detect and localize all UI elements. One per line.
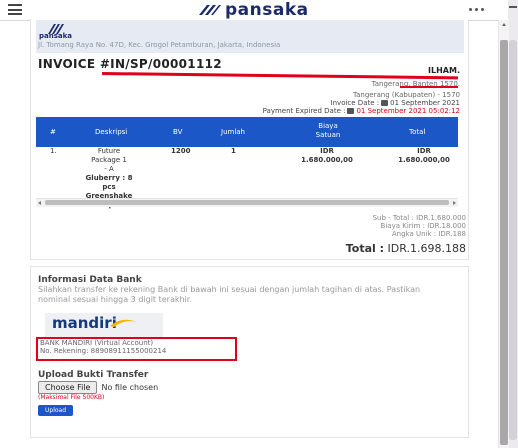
choose-file-button[interactable]: Choose File bbox=[38, 381, 98, 394]
bank-name: BANK MANDIRI (Virtual Account) bbox=[40, 339, 154, 347]
row-total: IDR 1.680.000,00 bbox=[391, 147, 457, 165]
row-variant-line2: pcs bbox=[102, 183, 116, 191]
col-unit-price-line1: Biaya bbox=[318, 122, 338, 130]
mandiri-swoosh-icon bbox=[110, 319, 136, 327]
window-scroll-thumb[interactable] bbox=[509, 40, 517, 440]
col-total: Total bbox=[409, 128, 426, 136]
col-unit-price: Biaya Satuan bbox=[298, 122, 358, 140]
col-unit-price-line2: Satuan bbox=[315, 131, 341, 139]
customer-district: Tangerang (Kabupaten) - 1570 bbox=[353, 91, 460, 99]
file-status: No file chosen bbox=[101, 383, 159, 392]
total-value: IDR.1.698.188 bbox=[387, 242, 466, 255]
window-edge bbox=[508, 0, 518, 448]
customer-name: ILHAM. bbox=[428, 66, 460, 75]
table-row: 1. Future Package 1 - A Gluberry : 8 pcs… bbox=[36, 147, 458, 209]
page-scrollbar[interactable] bbox=[498, 20, 509, 448]
table-header: # Deskripsi BV Jumlah Biaya Satuan Total bbox=[36, 117, 458, 147]
scroll-left-icon[interactable] bbox=[38, 201, 41, 205]
scroll-right-icon[interactable] bbox=[453, 201, 456, 205]
page-scroll-thumb[interactable] bbox=[500, 40, 508, 445]
company-address: Jl. Tomang Raya No. 47D, Kec. Grogol Pet… bbox=[38, 41, 281, 49]
shipping-cost: Biaya Kirim : IDR.18.000 bbox=[380, 222, 466, 230]
expired-date-value: 01 September 2021 05:02:12 bbox=[356, 107, 460, 115]
row-desc-line2: Package 1 bbox=[91, 156, 127, 164]
payment-expired-date: Payment Expired Date : 01 September 2021 … bbox=[263, 107, 460, 115]
invoice-date: Invoice Date : 01 September 2021 bbox=[331, 99, 460, 107]
file-input[interactable]: Choose File No file chosen bbox=[38, 381, 158, 394]
bank-info-description: Silahkan transfer ke rekening Bank di ba… bbox=[38, 285, 421, 304]
company-logo-text: pansaka bbox=[39, 32, 72, 40]
minimize-icon[interactable] bbox=[509, 6, 517, 8]
row-price-currency: IDR bbox=[320, 147, 334, 155]
expired-date-label: Payment Expired Date : bbox=[262, 107, 346, 115]
row-variant-line1: Gluberry : 8 bbox=[85, 174, 133, 182]
row-total-currency: IDR bbox=[417, 147, 431, 155]
bank-info-title: Informasi Data Bank bbox=[38, 275, 142, 285]
scroll-up-icon[interactable] bbox=[502, 23, 506, 26]
row-bv: 1200 bbox=[171, 147, 191, 155]
row-unit-price: IDR 1.680.000,00 bbox=[294, 147, 360, 165]
brand-logo[interactable]: pansaka bbox=[197, 0, 309, 20]
brand-name: pansaka bbox=[225, 0, 309, 20]
col-bv: BV bbox=[173, 128, 183, 136]
redaction-underline bbox=[400, 86, 458, 88]
row-qty: 1 bbox=[231, 147, 236, 155]
table-hscrollbar[interactable] bbox=[36, 198, 458, 207]
total-label: Total : bbox=[345, 242, 385, 255]
invoice-date-value: 01 September 2021 bbox=[390, 99, 460, 107]
pansaka-logo-icon bbox=[199, 5, 221, 15]
calendar-icon bbox=[381, 100, 389, 106]
col-no: # bbox=[50, 128, 56, 136]
invoice-date-label: Invoice Date : bbox=[330, 99, 380, 107]
upload-title: Upload Bukti Transfer bbox=[38, 370, 149, 380]
more-options-icon[interactable] bbox=[469, 8, 484, 11]
menu-icon[interactable] bbox=[8, 4, 22, 15]
col-qty: Jumlah bbox=[221, 128, 245, 136]
col-description: Deskripsi bbox=[95, 128, 128, 136]
upload-button[interactable]: Upload bbox=[38, 405, 74, 416]
table-scroll-thumb[interactable] bbox=[45, 200, 449, 205]
max-file-note: (Maksimal File 500KB) bbox=[38, 394, 105, 401]
subtotal: Sub - Total : IDR.1.680.000 bbox=[372, 214, 466, 222]
invoice-title: INVOICE #IN/SP/00001112 bbox=[38, 57, 222, 71]
app-header: pansaka bbox=[0, 0, 518, 21]
calendar-icon bbox=[347, 108, 355, 114]
grand-total: Total : IDR.1.698.188 bbox=[346, 242, 466, 255]
row-total-value: 1.680.000,00 bbox=[398, 156, 450, 164]
bank-account-number: No. Rekening: 88908911155000214 bbox=[40, 347, 167, 355]
unique-code: Angka Unik : IDR.188 bbox=[391, 230, 466, 238]
row-desc-line3: - A bbox=[104, 165, 114, 173]
row-no: 1. bbox=[50, 147, 57, 155]
row-desc-line1: Future bbox=[97, 147, 121, 155]
row-price-value: 1.680.000,00 bbox=[301, 156, 353, 164]
